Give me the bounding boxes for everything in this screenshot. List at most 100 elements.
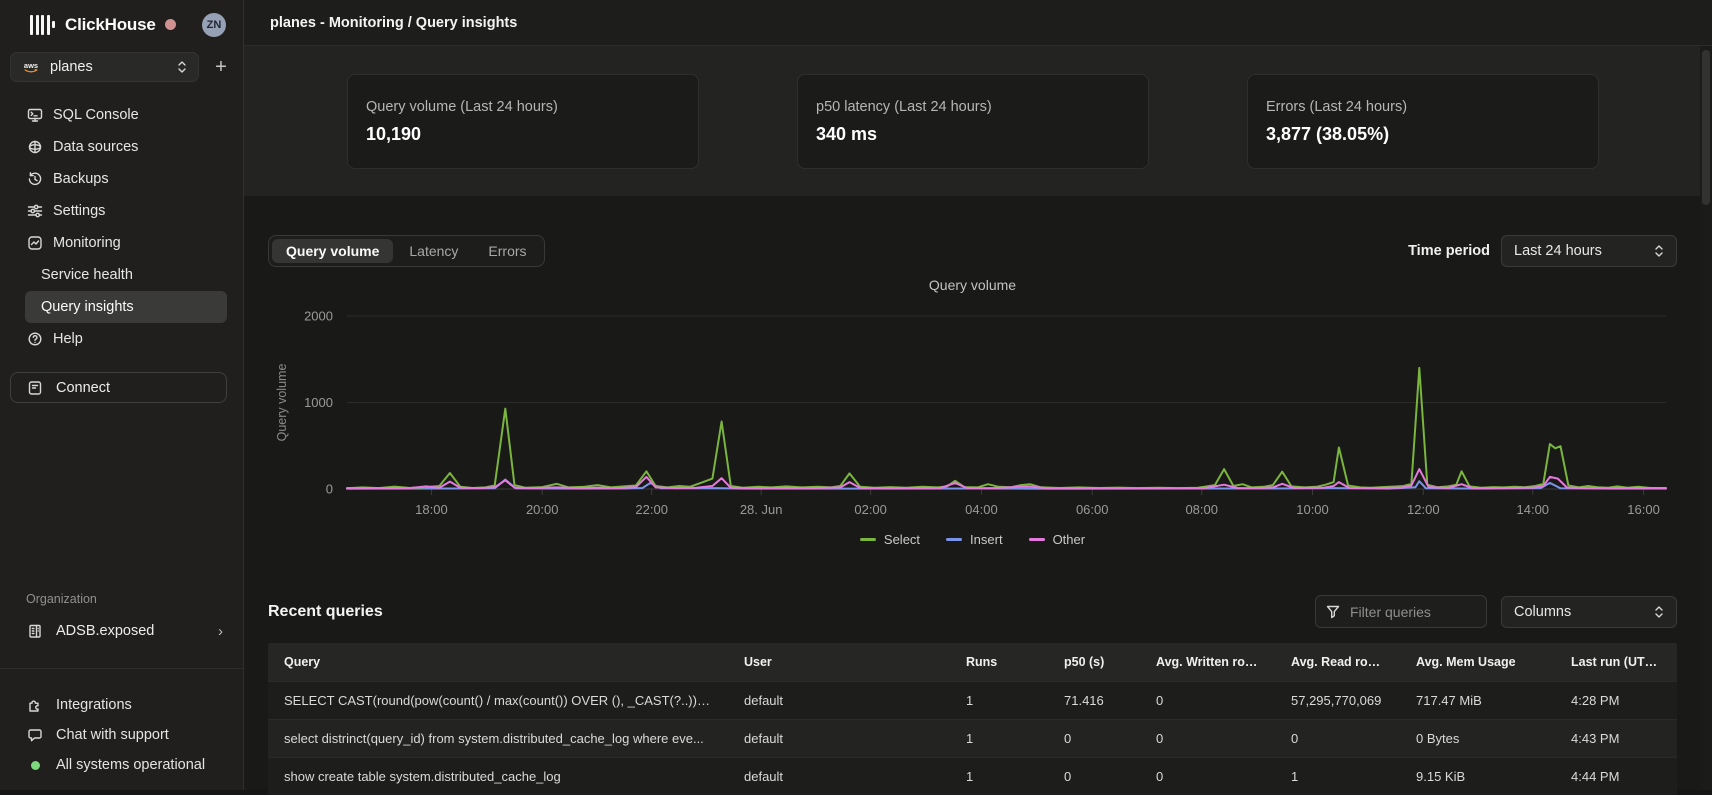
column-header-avg-written-rows[interactable]: Avg. Written rows [1140, 655, 1275, 669]
cell-p50-s-: 71.416 [1048, 693, 1140, 708]
column-header-p50-s-[interactable]: p50 (s) [1048, 655, 1140, 669]
svg-text:28. Jun: 28. Jun [740, 502, 783, 517]
tab-errors[interactable]: Errors [474, 239, 540, 263]
sidebar-item-monitoring[interactable]: Monitoring [25, 227, 227, 259]
legend-label: Insert [970, 532, 1003, 547]
legend-item-select[interactable]: Select [860, 532, 920, 547]
column-header-avg-mem-usage[interactable]: Avg. Mem Usage [1400, 655, 1555, 669]
sidebar-item-query-insights[interactable]: Query insights [25, 291, 227, 323]
stat-card-value: 3,877 (38.05%) [1266, 124, 1580, 145]
svg-text:12:00: 12:00 [1407, 502, 1440, 517]
sidebar-item-data-sources[interactable]: Data sources [25, 131, 227, 163]
filter-queries-box [1315, 595, 1487, 628]
chart-plot-area[interactable]: 01000200018:0020:0022:0028. Jun02:0004:0… [268, 298, 1677, 520]
stat-card-label: p50 latency (Last 24 hours) [816, 99, 1130, 115]
help-icon [27, 331, 43, 347]
stat-cards: Query volume (Last 24 hours)10,190 p50 la… [347, 74, 1599, 169]
connect-icon [27, 380, 43, 396]
sidebar-item-label: Monitoring [53, 235, 121, 251]
chevron-right-icon: › [218, 623, 223, 640]
stat-card-value: 10,190 [366, 124, 680, 145]
sidebar-item-label: SQL Console [53, 107, 139, 123]
sidebar-item-label: Data sources [53, 139, 138, 155]
page-title: planes - Monitoring / Query insights [270, 15, 517, 31]
sidebar-footer-item-chat-with-support[interactable]: Chat with support [0, 720, 243, 750]
svg-text:22:00: 22:00 [635, 502, 668, 517]
sort-ascending-icon: ∧ [1663, 658, 1670, 669]
add-service-button[interactable]: + [205, 52, 237, 82]
cell-avg-written-rows: 0 [1140, 693, 1275, 708]
logo-text[interactable]: ClickHouse [65, 15, 156, 35]
sql-console-icon [27, 107, 43, 123]
app-window: ClickHouse ZN aws planes + SQL Console Da… [0, 0, 1712, 790]
service-name: planes [50, 59, 167, 75]
chat-icon [27, 727, 43, 743]
chevron-updown-icon [1654, 605, 1664, 619]
sidebar-footer-item-all-systems-operational[interactable]: All systems operational [0, 750, 243, 780]
svg-text:0: 0 [326, 482, 333, 497]
sidebar-item-backups[interactable]: Backups [25, 163, 227, 195]
tab-latency[interactable]: Latency [395, 239, 472, 263]
sidebar-item-sql-console[interactable]: SQL Console [25, 99, 227, 131]
organization-name: ADSB.exposed [56, 623, 154, 639]
svg-text:16:00: 16:00 [1627, 502, 1660, 517]
avatar[interactable]: ZN [202, 13, 226, 37]
notification-dot [165, 19, 176, 30]
recent-queries-controls: Columns [1315, 595, 1677, 628]
query-row[interactable]: SELECT CAST(round(pow(count() / max(coun… [268, 681, 1677, 719]
query-row[interactable]: show create table system.distributed_cac… [268, 757, 1677, 795]
connect-label: Connect [56, 380, 110, 396]
cell-avg-mem-usage: 0 Bytes [1400, 731, 1555, 746]
cell-avg-mem-usage: 9.15 KiB [1400, 769, 1555, 784]
settings-icon [27, 203, 43, 219]
sidebar-footer-item-integrations[interactable]: Integrations [0, 690, 243, 720]
legend-item-insert[interactable]: Insert [946, 532, 1003, 547]
top-bar: planes - Monitoring / Query insights [244, 0, 1712, 46]
cell-last-run-utc-: 4:43 PM [1555, 731, 1677, 746]
service-selector[interactable]: aws planes [10, 52, 199, 82]
cell-avg-read-rows: 57,295,770,069 [1275, 693, 1400, 708]
stat-card: Query volume (Last 24 hours)10,190 [347, 74, 699, 169]
sidebar-item-label: Service health [41, 267, 133, 283]
column-header-last-run-utc-[interactable]: Last run (UTC)∧ [1555, 655, 1677, 669]
column-header-avg-read-rows[interactable]: Avg. Read rows [1275, 655, 1400, 669]
chart-tab-group: Query volumeLatencyErrors [268, 235, 545, 267]
scrollbar-thumb[interactable] [1702, 50, 1710, 205]
sidebar-item-settings[interactable]: Settings [25, 195, 227, 227]
cell-query: select distrinct(query_id) from system.d… [268, 731, 728, 746]
clickhouse-logo-icon[interactable] [30, 15, 55, 35]
svg-text:10:00: 10:00 [1296, 502, 1329, 517]
column-header-runs[interactable]: Runs [950, 655, 1048, 669]
scrollbar-track[interactable] [1700, 46, 1712, 790]
connect-button[interactable]: Connect [10, 372, 227, 403]
organization-item[interactable]: ADSB.exposed › [0, 616, 243, 646]
sidebar-item-help[interactable]: Help [25, 323, 227, 355]
svg-text:20:00: 20:00 [526, 502, 559, 517]
columns-select[interactable]: Columns [1501, 596, 1677, 628]
backups-icon [27, 171, 43, 187]
logo-row: ClickHouse ZN [0, 0, 243, 36]
integrations-icon [27, 697, 43, 713]
filter-queries-input[interactable] [1348, 603, 1476, 621]
sidebar-item-service-health[interactable]: Service health [25, 259, 227, 291]
cell-user: default [728, 731, 950, 746]
sidebar-nav: SQL Console Data sources Backups Settings Mo… [0, 99, 243, 355]
sidebar-item-label: Settings [53, 203, 105, 219]
status-dot [27, 757, 43, 773]
column-header-query[interactable]: Query [268, 655, 728, 669]
query-row[interactable]: select distrinct(query_id) from system.d… [268, 719, 1677, 757]
legend-swatch [946, 538, 962, 541]
column-header-user[interactable]: User [728, 655, 950, 669]
cell-user: default [728, 693, 950, 708]
svg-text:2000: 2000 [304, 309, 333, 324]
time-period-label: Time period [1408, 243, 1490, 259]
stat-band: Query volume (Last 24 hours)10,190 p50 la… [244, 46, 1712, 196]
tab-query-volume[interactable]: Query volume [272, 239, 393, 263]
stat-card-value: 340 ms [816, 124, 1130, 145]
footer-item-label: Integrations [56, 697, 132, 713]
time-period-select[interactable]: Last 24 hours [1501, 235, 1677, 267]
funnel-icon [1326, 605, 1340, 619]
cell-runs: 1 [950, 769, 1048, 784]
legend-item-other[interactable]: Other [1029, 532, 1086, 547]
table-header-row: QueryUserRunsp50 (s)Avg. Written rowsAvg… [268, 643, 1677, 681]
